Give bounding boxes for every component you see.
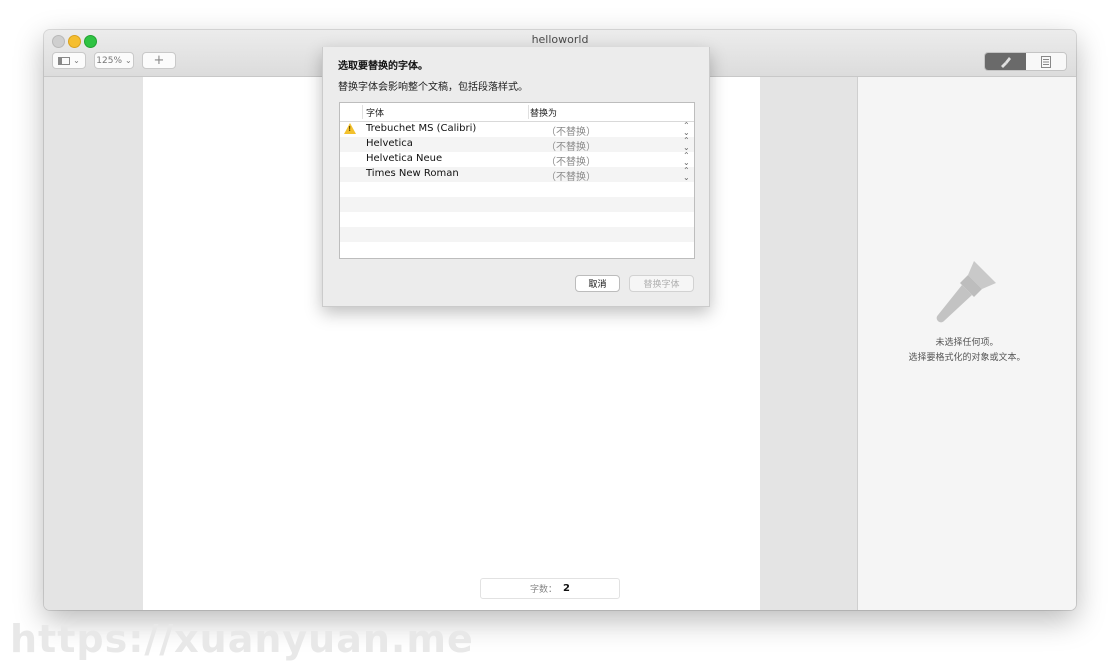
word-count-value: 2 [563, 583, 570, 594]
empty-row [340, 242, 694, 257]
table-row[interactable]: Helvetica Neue （不替换） ⌃ ⌄ [340, 152, 694, 169]
window-title: helloworld [531, 33, 589, 46]
chevron-down-icon: ⌄ [73, 56, 80, 65]
selection-hint-text: 选择要格式化的对象或文本。 [908, 353, 1026, 363]
document-tab[interactable] [1025, 53, 1066, 70]
word-count-label: 字数： [530, 585, 558, 595]
warning-glyph: ! [348, 125, 352, 133]
font-name: Times New Roman [366, 168, 459, 179]
font-name: Trebuchet MS (Calibri) [366, 123, 477, 134]
replace-fonts-sheet: 选取要替换的字体。 替换字体会影响整个文稿，包括段落样式。 字体 替换为 ! T… [322, 47, 710, 307]
format-inspector: 未选择任何项。 选择要格式化的对象或文本。 [858, 77, 1076, 610]
sheet-title: 选取要替换的字体。 [338, 61, 428, 72]
table-row[interactable]: Times New Roman （不替换） ⌃ ⌄ [340, 167, 694, 183]
plus-icon: + [153, 53, 165, 68]
column-header-replace[interactable]: 替换为 [530, 106, 557, 119]
popup-chevrons-icon[interactable]: ⌃ ⌄ [683, 152, 690, 167]
chevron-down-icon: ⌄ [125, 56, 132, 65]
sidebar-icon [58, 56, 71, 65]
replace-fonts-button[interactable]: 替换字体 [629, 275, 694, 292]
add-page-button[interactable]: + [142, 52, 176, 69]
popup-chevrons-icon[interactable]: ⌃ ⌄ [683, 137, 690, 152]
popup-chevrons-icon[interactable]: ⌃ ⌄ [683, 167, 690, 182]
canvas-margin-left [44, 77, 143, 610]
table-header: 字体 替换为 [340, 103, 694, 122]
table-row[interactable]: ! Trebuchet MS (Calibri) （不替换） ⌃ ⌄ [340, 122, 694, 138]
popup-chevrons-icon[interactable]: ⌃ ⌄ [683, 122, 690, 137]
font-name: Helvetica [366, 138, 413, 149]
replacement-popup[interactable]: （不替换） [546, 138, 596, 153]
empty-row [340, 197, 694, 212]
format-tab[interactable] [985, 53, 1026, 70]
column-divider [528, 105, 529, 119]
column-header-font[interactable]: 字体 [366, 106, 384, 119]
replacement-popup[interactable]: （不替换） [546, 123, 596, 138]
canvas-margin-right [760, 77, 858, 610]
word-count-indicator[interactable]: 字数： 2 [480, 578, 620, 599]
no-selection-text: 未选择任何项。 [935, 338, 999, 348]
document-icon [1040, 55, 1051, 68]
sheet-description: 替换字体会影响整个文稿，包括段落样式。 [338, 82, 528, 93]
view-button[interactable]: ⌄ [52, 52, 86, 69]
empty-row [340, 227, 694, 242]
zoom-value: 125% [96, 55, 123, 66]
empty-row [340, 212, 694, 227]
warning-icon: ! [344, 123, 356, 134]
zoom-dropdown[interactable]: 125% ⌄ [94, 52, 134, 69]
replacement-popup[interactable]: （不替换） [546, 153, 596, 168]
inspector-segmented-control [984, 52, 1067, 71]
paintbrush-icon [936, 261, 996, 323]
cancel-button[interactable]: 取消 [575, 275, 620, 292]
column-divider [362, 105, 363, 119]
table-row[interactable]: Helvetica （不替换） ⌃ ⌄ [340, 137, 694, 153]
watermark-text: https://xuanyuan.me [10, 617, 474, 661]
paintbrush-icon [1001, 56, 1012, 68]
empty-row [340, 182, 694, 197]
replacement-popup[interactable]: （不替换） [546, 168, 596, 183]
font-name: Helvetica Neue [366, 153, 443, 164]
font-replacement-table: 字体 替换为 ! Trebuchet MS (Calibri) （不替换） ⌃ ⌄… [339, 102, 695, 259]
